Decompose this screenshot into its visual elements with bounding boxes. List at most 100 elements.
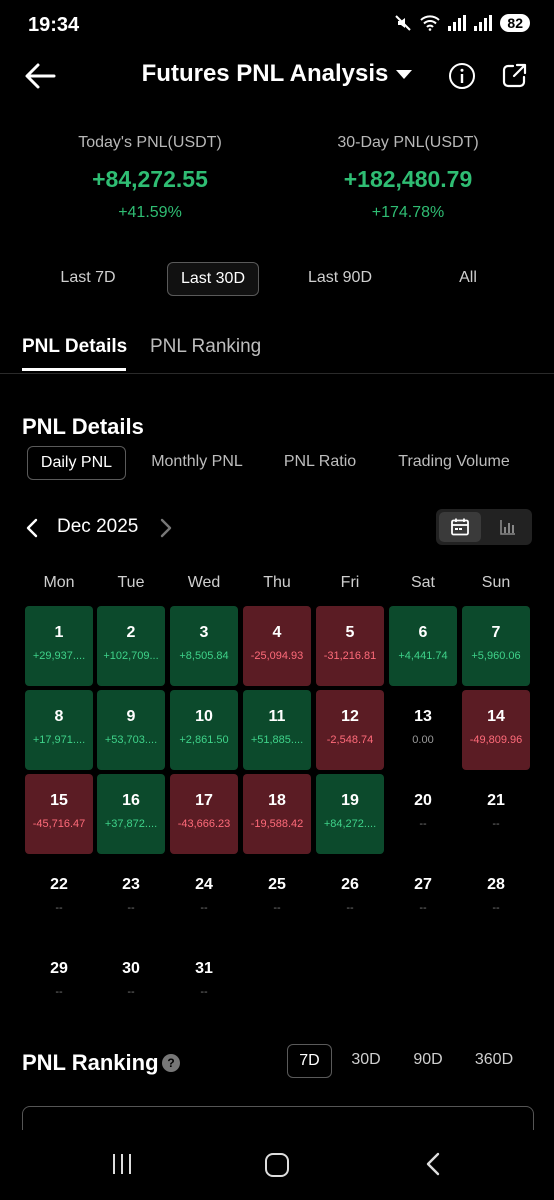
calendar-day[interactable]: 25 -- bbox=[243, 858, 311, 938]
day-pnl-value: -- bbox=[55, 902, 63, 914]
day-number: 5 bbox=[345, 624, 355, 641]
calendar-day[interactable]: 15 -45,716.47 bbox=[25, 774, 93, 854]
share-icon[interactable] bbox=[500, 62, 528, 90]
ranking-tab-360d[interactable]: 360D bbox=[466, 1044, 522, 1076]
weekday-label: Sat bbox=[410, 574, 435, 591]
calendar-day[interactable]: 11 +51,885.... bbox=[243, 690, 311, 770]
pnl-ranking-title: PNL Ranking bbox=[22, 1050, 159, 1075]
day-pnl-value: -- bbox=[492, 902, 500, 914]
day-number: 11 bbox=[268, 708, 286, 725]
calendar-day[interactable]: 29 -- bbox=[25, 942, 93, 1022]
range-tab-90d[interactable]: Last 90D bbox=[296, 262, 384, 294]
day-pnl-value: +37,872.... bbox=[104, 818, 158, 830]
day-pnl-value: +84,272.... bbox=[323, 818, 377, 830]
day-number: 26 bbox=[341, 876, 359, 893]
calendar-day[interactable]: 28 -- bbox=[462, 858, 530, 938]
day-number: 20 bbox=[414, 792, 432, 809]
day-number: 29 bbox=[50, 960, 68, 977]
calendar-day[interactable]: 16 +37,872.... bbox=[97, 774, 165, 854]
day-number: 19 bbox=[341, 792, 359, 809]
home-icon[interactable] bbox=[265, 1153, 289, 1177]
info-icon[interactable] bbox=[448, 62, 476, 90]
day-number: 2 bbox=[126, 624, 136, 641]
day-pnl-value: -25,094.93 bbox=[250, 650, 304, 662]
ranking-tab-90d[interactable]: 90D bbox=[404, 1044, 452, 1076]
calendar-day[interactable]: 14 -49,809.96 bbox=[462, 690, 530, 770]
today-pnl-percent: +41.59% bbox=[118, 204, 182, 221]
calendar-day[interactable]: 3 +8,505.84 bbox=[170, 606, 238, 686]
subtab-daily-pnl[interactable]: Daily PNL bbox=[27, 446, 126, 480]
calendar-day[interactable]: 20 -- bbox=[389, 774, 457, 854]
day-number: 28 bbox=[487, 876, 505, 893]
day-number: 23 bbox=[122, 876, 140, 893]
day-pnl-value: -- bbox=[273, 902, 281, 914]
range-tab-7d[interactable]: Last 7D bbox=[48, 262, 128, 294]
calendar-day[interactable]: 2 +102,709... bbox=[97, 606, 165, 686]
calendar-day[interactable]: 4 -25,094.93 bbox=[243, 606, 311, 686]
calendar-day[interactable]: 26 -- bbox=[316, 858, 384, 938]
subtab-pnl-ratio[interactable]: PNL Ratio bbox=[278, 446, 362, 478]
calendar-day[interactable]: 13 0.00 bbox=[389, 690, 457, 770]
tab-pnl-ranking[interactable]: PNL Ranking bbox=[150, 336, 261, 358]
next-month-icon[interactable] bbox=[158, 517, 174, 539]
help-icon[interactable]: ? bbox=[162, 1054, 180, 1072]
calendar-day[interactable]: 19 +84,272.... bbox=[316, 774, 384, 854]
calendar-day[interactable]: 18 -19,588.42 bbox=[243, 774, 311, 854]
calendar-day[interactable]: 24 -- bbox=[170, 858, 238, 938]
day-pnl-value: -- bbox=[200, 902, 208, 914]
calendar-day[interactable]: 21 -- bbox=[462, 774, 530, 854]
day-pnl-value: +53,703.... bbox=[104, 734, 158, 746]
month-pnl-label: 30-Day PNL(USDT) bbox=[337, 134, 479, 151]
day-pnl-value: +2,861.50 bbox=[179, 734, 229, 746]
day-number: 18 bbox=[268, 792, 286, 809]
calendar-day[interactable]: 1 +29,937.... bbox=[25, 606, 93, 686]
calendar-day[interactable]: 5 -31,216.81 bbox=[316, 606, 384, 686]
day-pnl-value: -- bbox=[346, 902, 354, 914]
calendar-day[interactable]: 27 -- bbox=[389, 858, 457, 938]
day-number: 1 bbox=[54, 624, 64, 641]
ranking-tab-7d[interactable]: 7D bbox=[287, 1044, 332, 1078]
prev-month-icon[interactable] bbox=[24, 517, 40, 539]
day-pnl-value: +4,441.74 bbox=[398, 650, 448, 662]
day-number: 13 bbox=[414, 708, 432, 725]
day-pnl-value: -45,716.47 bbox=[32, 818, 86, 830]
tab-pnl-details[interactable]: PNL Details bbox=[22, 336, 127, 358]
range-tab-all[interactable]: All bbox=[440, 262, 496, 294]
calendar-day[interactable]: 17 -43,666.23 bbox=[170, 774, 238, 854]
day-number: 14 bbox=[487, 708, 505, 725]
subtab-trading-volume[interactable]: Trading Volume bbox=[388, 446, 520, 478]
dropdown-caret-icon bbox=[396, 70, 413, 80]
ranking-tab-30d[interactable]: 30D bbox=[342, 1044, 390, 1076]
calendar-view-button[interactable] bbox=[439, 512, 481, 542]
recent-apps-icon[interactable] bbox=[113, 1154, 131, 1174]
day-pnl-value: 0.00 bbox=[412, 734, 434, 746]
range-tab-30d[interactable]: Last 30D bbox=[167, 262, 259, 296]
day-number: 8 bbox=[54, 708, 64, 725]
day-pnl-value: -- bbox=[127, 986, 135, 998]
today-pnl-label: Today's PNL(USDT) bbox=[78, 134, 222, 151]
day-pnl-value: -- bbox=[127, 902, 135, 914]
calendar-day[interactable]: 9 +53,703.... bbox=[97, 690, 165, 770]
system-back-icon[interactable] bbox=[420, 1150, 446, 1178]
day-pnl-value: -43,666.23 bbox=[177, 818, 231, 830]
month-pnl-value: +182,480.79 bbox=[343, 166, 473, 192]
calendar-day[interactable]: 8 +17,971.... bbox=[25, 690, 93, 770]
calendar-day[interactable]: 10 +2,861.50 bbox=[170, 690, 238, 770]
calendar-day[interactable]: 22 -- bbox=[25, 858, 93, 938]
day-pnl-value: -2,548.74 bbox=[326, 734, 374, 746]
calendar-day[interactable]: 30 -- bbox=[97, 942, 165, 1022]
chart-view-button[interactable] bbox=[487, 512, 529, 542]
calendar-day[interactable]: 12 -2,548.74 bbox=[316, 690, 384, 770]
day-number: 27 bbox=[414, 876, 432, 893]
page-title-text: Futures PNL Analysis bbox=[141, 60, 389, 87]
calendar-day[interactable]: 6 +4,441.74 bbox=[389, 606, 457, 686]
day-number: 17 bbox=[195, 792, 213, 809]
subtab-monthly-pnl[interactable]: Monthly PNL bbox=[143, 446, 251, 478]
calendar-day[interactable]: 31 -- bbox=[170, 942, 238, 1022]
calendar-day[interactable]: 7 +5,960.06 bbox=[462, 606, 530, 686]
day-number: 16 bbox=[122, 792, 140, 809]
day-pnl-value: -- bbox=[419, 902, 427, 914]
signal-icon-2 bbox=[474, 15, 493, 31]
day-number: 15 bbox=[50, 792, 68, 809]
calendar-day[interactable]: 23 -- bbox=[97, 858, 165, 938]
